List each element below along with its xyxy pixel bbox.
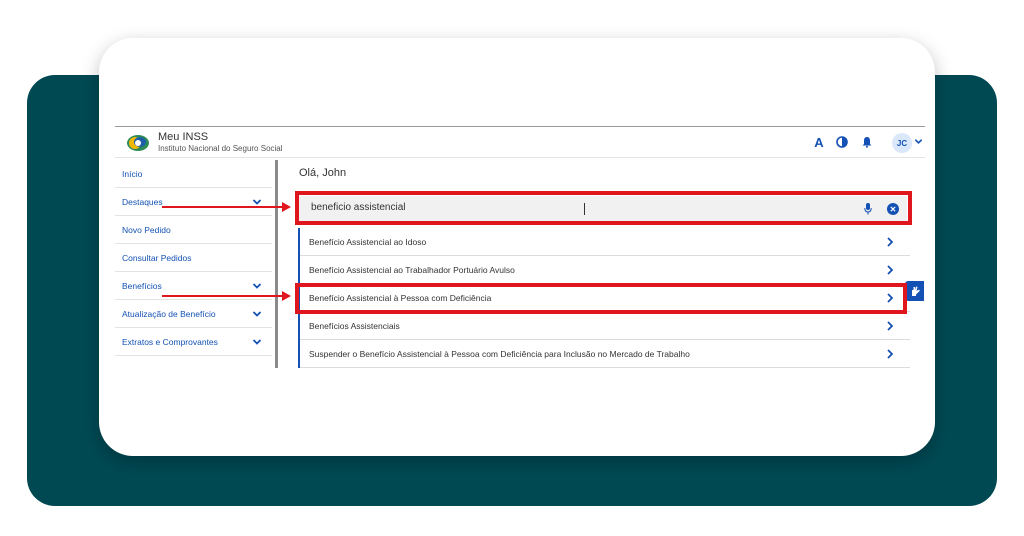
sidebar-item-atualizacao-beneficio[interactable]: Atualização de Benefício <box>115 300 272 328</box>
search-result-item[interactable]: Suspender o Benefício Assistencial à Pes… <box>300 340 910 368</box>
inss-logo-icon <box>127 135 149 151</box>
app-title: Meu INSS <box>158 131 209 143</box>
sidebar-item-label: Consultar Pedidos <box>122 252 192 263</box>
contrast-icon[interactable] <box>835 135 849 149</box>
search-result-label: Benefício Assistencial ao Idoso <box>309 236 427 247</box>
top-bar: Meu INSS Instituto Nacional do Seguro So… <box>115 126 925 158</box>
sidebar-item-label: Início <box>122 168 143 179</box>
search-result-label: Suspender o Benefício Assistencial à Pes… <box>309 348 690 359</box>
sidebar-scrollbar[interactable] <box>275 160 278 368</box>
sidebar-item-novo-pedido[interactable]: Novo Pedido <box>115 216 272 244</box>
chevron-right-icon <box>887 349 894 359</box>
sign-language-hand-icon[interactable] <box>905 281 924 301</box>
sidebar-item-label: Destaques <box>122 196 163 207</box>
search-box-highlight <box>295 191 912 225</box>
arrow-to-result <box>162 291 291 301</box>
chevron-right-icon <box>887 265 894 275</box>
search-result-label: Benefícios Assistenciais <box>309 320 400 331</box>
sidebar-menu: Início Destaques Novo Pedido Consultar P… <box>115 160 275 368</box>
search-result-item[interactable]: Benefício Assistencial ao Trabalhador Po… <box>300 256 910 284</box>
bell-icon[interactable] <box>860 135 874 149</box>
chevron-down-icon <box>252 283 262 289</box>
arrow-to-search <box>162 202 291 212</box>
sidebar-item-destaques[interactable]: Destaques <box>115 188 272 216</box>
search-result-item[interactable]: Benefício Assistencial ao Idoso <box>300 228 910 256</box>
sidebar-item-consultar-pedidos[interactable]: Consultar Pedidos <box>115 244 272 272</box>
sidebar-item-label: Novo Pedido <box>122 224 171 235</box>
chevron-down-icon <box>252 339 262 345</box>
chevron-down-icon[interactable] <box>914 137 923 146</box>
sidebar-item-extratos-comprovantes[interactable]: Extratos e Comprovantes <box>115 328 272 356</box>
chevron-down-icon <box>252 311 262 317</box>
search-result-label: Benefício Assistencial ao Trabalhador Po… <box>309 264 515 275</box>
sidebar-item-label: Extratos e Comprovantes <box>122 336 218 347</box>
result-highlight <box>295 283 907 314</box>
sidebar-item-label: Benefícios <box>122 280 162 291</box>
font-size-icon[interactable]: A <box>812 135 826 150</box>
search-result-item[interactable]: Benefícios Assistenciais <box>300 312 910 340</box>
greeting-text: Olá, John <box>299 167 347 179</box>
user-avatar[interactable]: JC <box>892 133 912 153</box>
app-subtitle: Instituto Nacional do Seguro Social <box>158 144 283 153</box>
sidebar-item-label: Atualização de Benefício <box>122 308 216 319</box>
meu-inss-app: Meu INSS Instituto Nacional do Seguro So… <box>115 126 925 376</box>
chevron-right-icon <box>887 321 894 331</box>
chevron-right-icon <box>887 237 894 247</box>
sidebar-item-inicio[interactable]: Início <box>115 160 272 188</box>
